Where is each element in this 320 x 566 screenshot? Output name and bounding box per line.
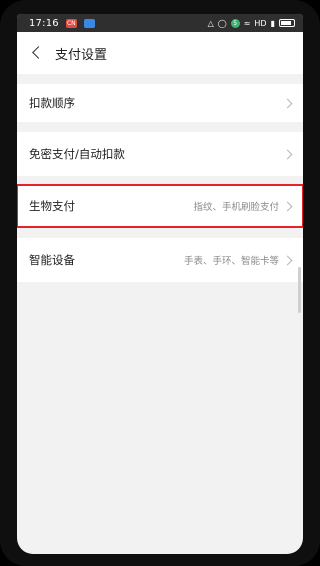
chevron-right-icon [283,98,293,108]
status-bar: 17:16 CN △ ◯ 5 ≈ HD ▮ [17,14,303,32]
settings-item-label: 智能设备 [29,253,75,267]
chevron-right-icon [283,149,293,159]
settings-item-value: 指纹、手机刷脸支付 [193,202,279,213]
alarm-icon: ◯ [217,18,227,28]
back-arrow-icon[interactable] [29,45,45,61]
section-gap [17,122,303,132]
chevron-right-icon [283,255,293,265]
settings-item-biometric-pay[interactable]: 生物支付 指纹、手机刷脸支付 [17,184,303,228]
signal-icon: ▮ [270,18,275,28]
hd-label: HD [254,18,267,28]
section-gap [17,176,303,184]
section-gap [17,74,303,84]
notification-badge-red: CN [65,18,77,28]
status-icons: △ ◯ 5 ≈ HD ▮ [207,18,295,28]
mute-icon: △ [207,18,214,28]
settings-item-smart-devices[interactable]: 智能设备 手表、手环、智能卡等 [17,238,303,282]
settings-item-label: 扣款顺序 [29,96,75,110]
settings-item-label: 免密支付/自动扣款 [29,147,125,161]
battery-icon [279,19,295,27]
notification-badge-blue [83,18,95,28]
settings-item-password-free[interactable]: 免密支付/自动扣款 [17,132,303,176]
chevron-right-icon [283,201,293,211]
title-bar: 支付设置 [17,32,303,74]
count-badge: 5 [230,18,240,28]
wifi-icon: ≈ [243,18,251,28]
section-gap [17,228,303,238]
screen: 17:16 CN △ ◯ 5 ≈ HD ▮ 支付设置 扣款顺序 免密支付/自动扣… [17,14,303,554]
settings-item-value: 手表、手环、智能卡等 [183,256,279,267]
settings-item-deduction-order[interactable]: 扣款顺序 [17,84,303,122]
scroll-indicator[interactable] [298,267,301,313]
settings-item-label: 生物支付 [29,199,75,213]
page-title: 支付设置 [55,47,108,63]
status-time: 17:16 [29,17,59,29]
phone-frame: 17:16 CN △ ◯ 5 ≈ HD ▮ 支付设置 扣款顺序 免密支付/自动扣… [0,0,320,566]
